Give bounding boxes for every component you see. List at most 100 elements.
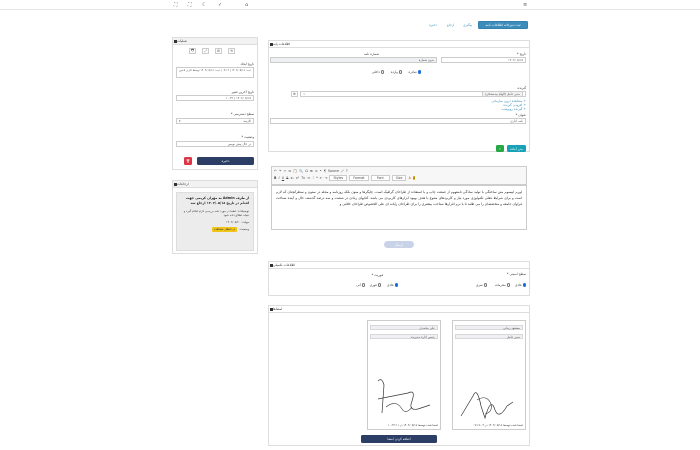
referral-deadline: مهلت: ۱۴۰۲/۰۵/۲۰	[226, 219, 249, 224]
indent-icon[interactable]: ⇥	[325, 176, 328, 180]
signature-card: مسعود زمانی مدیر عامل امضا شده توسط ۱۴۰۲…	[452, 320, 526, 430]
confidential-label: سطح امنیتی *	[506, 272, 526, 276]
paragraph-icon[interactable]: ¶	[324, 169, 326, 173]
refer-link[interactable]: ارجاع	[447, 23, 454, 27]
bullet-list-icon[interactable]: ⁝	[313, 176, 314, 180]
save-link[interactable]: ذخیره	[429, 23, 437, 27]
type-radio-internal[interactable]: داخلی	[372, 70, 384, 74]
copy-icon[interactable]: ⧉	[289, 169, 291, 173]
add-signature-button[interactable]: اضافه کردن امضا	[361, 435, 437, 443]
text-color-icon[interactable]: A	[409, 176, 411, 180]
styles-dropdown[interactable]: Styles	[329, 174, 348, 181]
radio-label: صادره	[408, 70, 417, 74]
square-icon	[174, 182, 177, 186]
clear-icon[interactable]: ×	[303, 92, 306, 96]
referrals-panel: ارجاعات از طرف Admin به مهران کریمی جهت …	[172, 180, 258, 254]
editor-content[interactable]: لورم ایپسوم متن ساختگی با تولید سادگی نا…	[271, 185, 527, 230]
fullscreen-icon[interactable]: ⛶	[174, 2, 178, 8]
recipient-select[interactable]: مدیر عامل (الهام بیدمشکی) ×	[300, 91, 526, 97]
print-icon[interactable]: 🖶	[189, 48, 196, 54]
signer-name: علی محمدی	[370, 325, 438, 330]
modified-value: ۱۴۰۲/۰۵/۱۸ | ۱۰:۲۲	[176, 95, 254, 101]
radio-dot	[377, 283, 381, 287]
confidential-normal[interactable]: عادی	[515, 283, 526, 287]
radio-dot	[380, 70, 384, 74]
type-radio-outgoing[interactable]: صادره	[408, 70, 421, 74]
delete-icon[interactable]: 🗑	[184, 157, 192, 165]
bullet-icon[interactable]: •	[320, 169, 322, 173]
redo-icon[interactable]: ↷	[279, 169, 282, 173]
format-dropdown[interactable]: Format	[349, 174, 369, 181]
basic-info-title: اطلاعات پایه	[273, 42, 291, 46]
special-char-icon[interactable]: Ω	[305, 169, 307, 173]
undo-icon[interactable]: ↶	[274, 169, 277, 173]
access-select[interactable]: کارمند ▾	[176, 118, 254, 124]
table-icon[interactable]: ⊞	[310, 169, 313, 173]
remove-format-icon[interactable]: Tx	[301, 176, 305, 180]
hamburger-menu-icon[interactable]: ≡	[523, 2, 527, 8]
maximize-icon[interactable]: ⤢	[341, 169, 344, 173]
send-button-disabled[interactable]: ارسال	[384, 241, 414, 248]
numbered-list-icon[interactable]: ≔	[307, 176, 310, 180]
priority-immediate[interactable]: آنی	[356, 283, 365, 287]
font-dropdown[interactable]: Font	[370, 174, 390, 181]
strike-icon[interactable]: S	[286, 176, 288, 180]
modified-label: تاریخ آخرین تغییر	[231, 90, 254, 94]
priority-urgent[interactable]: فوری	[370, 283, 381, 287]
signer-role: رئیس اداره مدیریت	[370, 334, 438, 339]
outdent-icon[interactable]: ⇤	[320, 176, 323, 180]
save-button[interactable]: ذخیره	[197, 157, 254, 165]
radio-dot	[394, 283, 398, 287]
priority-normal[interactable]: عادی	[387, 283, 398, 287]
align-icon[interactable]: ≡	[315, 169, 318, 173]
status-badge: در انتظار مشاهده	[211, 227, 238, 232]
cc-recipient-link[interactable]: گیرنده رونوشت +	[501, 107, 526, 111]
confirm-button[interactable]: ✓	[496, 145, 504, 152]
home-icon[interactable]: ⌂	[245, 2, 248, 8]
size-dropdown[interactable]: Size	[391, 174, 407, 181]
expand-icon[interactable]: ⛶	[188, 2, 192, 8]
subject-input[interactable]: نامه اداری	[270, 118, 526, 124]
find-icon[interactable]: 🔍	[299, 169, 303, 173]
paste-icon[interactable]: 📋	[293, 169, 297, 173]
signatures-panel: امضاها مسعود زمانی مدیر عامل امضا شده تو…	[268, 305, 530, 446]
radio-label: محرمانه	[495, 283, 506, 287]
signature-footer: امضا شده توسط ۱۴۰۲/۰۵/۱۸ در ۱۰:۲۲:۱۱	[388, 423, 438, 427]
template-text-button[interactable]: متن آماده	[507, 145, 526, 152]
basic-info-panel: اطلاعات پایه تاریخ * ۱۴۰۲/۰۵/۱۸ شماره نا…	[268, 40, 530, 152]
underline-icon[interactable]: U	[282, 176, 284, 180]
blockquote-icon[interactable]: ❝	[316, 176, 318, 180]
more-info-panel: اطلاعات تکمیلی سطح امنیتی * عادی محرمانه…	[268, 261, 530, 296]
refresh-icon[interactable]: ⟲	[228, 48, 235, 54]
toolbar-row-1: ↶ ↷ ✂ ⧉ 📋 🔍 Ω ⊞ ≡ • ¶ Source ⤢ ?	[274, 168, 524, 173]
check-icon[interactable]: ✓	[218, 2, 222, 8]
recipient-value: مدیر عامل (الهام بیدمشکی)	[481, 92, 523, 96]
help-icon[interactable]: ?	[346, 169, 348, 173]
access-value: کارمند	[243, 119, 251, 123]
radio-dot	[483, 283, 487, 287]
radio-label: سری	[475, 283, 483, 287]
moon-icon[interactable]: ☾	[202, 2, 206, 8]
bg-color-icon[interactable]: A	[413, 175, 416, 180]
italic-icon[interactable]: I	[279, 176, 280, 180]
radio-label: عادی	[387, 283, 394, 287]
bold-icon[interactable]: B	[274, 176, 276, 180]
cut-icon[interactable]: ✂	[284, 169, 287, 173]
superscript-icon[interactable]: x²	[296, 176, 299, 180]
register-letter-button[interactable]: ثبت دبیرخانه اطلاعات نامه	[478, 21, 528, 29]
follow-up-link[interactable]: پیگیری	[463, 23, 472, 27]
signer-role: مدیر عامل	[455, 334, 523, 339]
confidential-confidential[interactable]: محرمانه	[495, 283, 510, 287]
share-icon[interactable]: ⤢	[202, 48, 209, 54]
add-recipient-icon[interactable]: ⊕	[291, 91, 298, 97]
referral-state-row: وضعیت: در انتظار مشاهده	[181, 227, 249, 232]
number-input[interactable]: بدون شماره	[270, 57, 437, 63]
date-input[interactable]: ۱۴۰۲/۰۵/۱۸	[441, 57, 526, 63]
settings-icon[interactable]: ⚙	[215, 48, 222, 54]
referral-state-label: وضعیت:	[239, 227, 249, 232]
source-button[interactable]: Source	[328, 169, 339, 173]
type-radio-incoming[interactable]: وارده	[391, 70, 402, 74]
subscript-icon[interactable]: x₂	[291, 176, 294, 180]
referral-summary: از طرف Admin به مهران کریمی جهت اقدام در…	[186, 196, 249, 205]
confidential-secret[interactable]: سری	[476, 283, 487, 287]
